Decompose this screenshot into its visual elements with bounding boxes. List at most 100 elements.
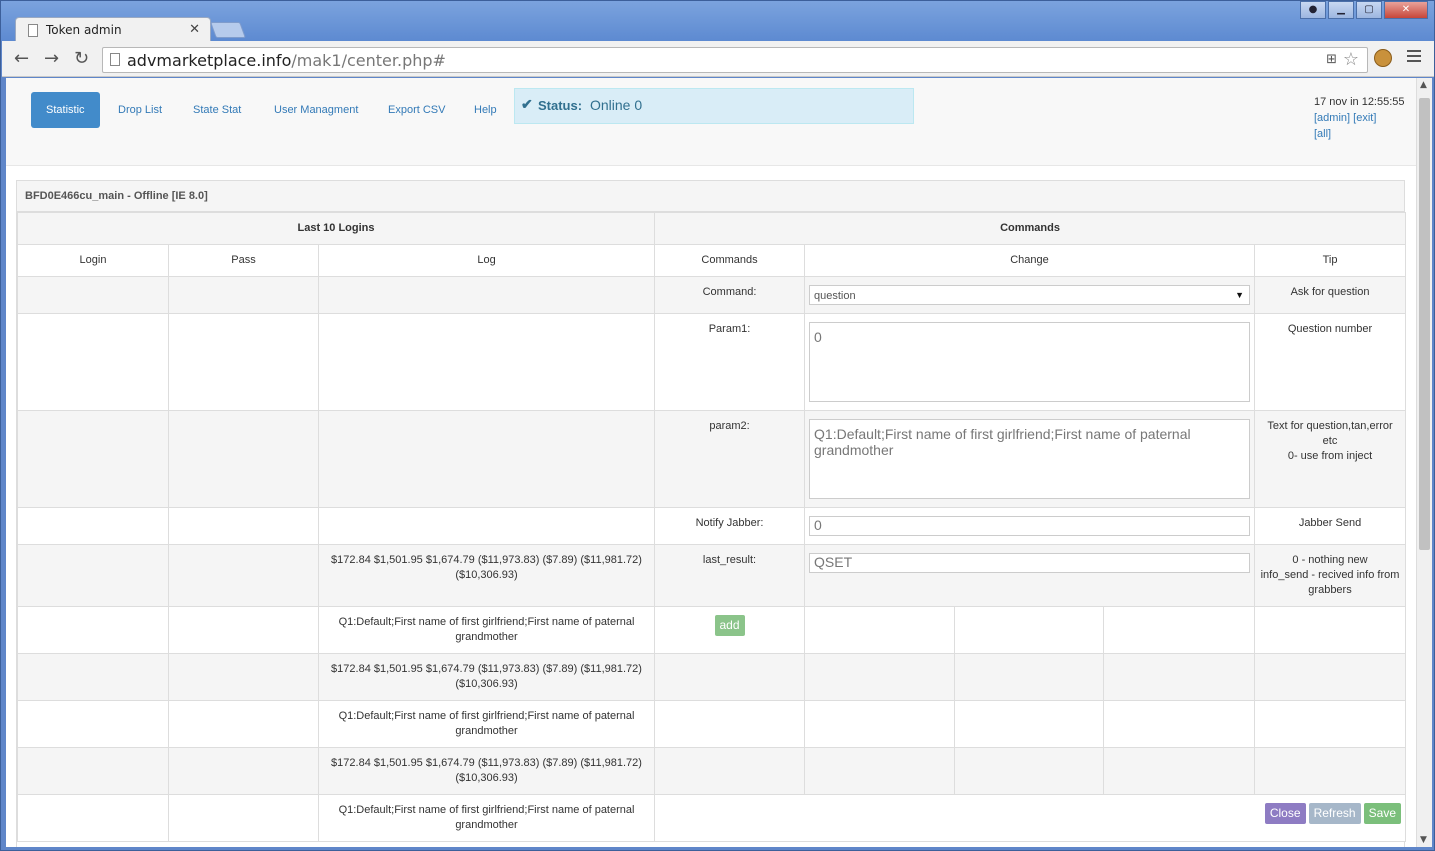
col-commands: Commands: [654, 244, 806, 277]
log-cell: [317, 276, 656, 314]
page-scrollbar[interactable]: ▲ ▼: [1416, 78, 1432, 847]
empty-cell: [804, 653, 956, 701]
col-pass: Pass: [168, 244, 319, 277]
page-icon: [110, 53, 120, 66]
log-entry: $172.84 $1,501.95 $1,674.79 ($11,973.83)…: [317, 747, 656, 795]
nav-statistic[interactable]: Statistic: [31, 92, 100, 128]
scroll-up-icon[interactable]: ▲: [1420, 80, 1427, 90]
save-button[interactable]: Save: [1363, 803, 1402, 824]
status-label: Status:: [538, 98, 583, 113]
user-icon[interactable]: ●: [1300, 1, 1326, 19]
pass-cell: [168, 747, 319, 795]
command-label: Command:: [654, 276, 806, 314]
empty-cell: [654, 700, 806, 748]
browser-toolbar: ← → ↻ advmarketplace.info/mak1/center.ph…: [2, 41, 1434, 77]
nav-state-stat[interactable]: State Stat: [178, 92, 256, 128]
empty-cell: [1254, 700, 1407, 748]
login-cell: [17, 794, 169, 842]
back-icon[interactable]: ←: [14, 48, 29, 69]
section-last-logins: Last 10 Logins: [16, 212, 656, 245]
command-select[interactable]: question ▼: [809, 285, 1251, 305]
nav-user-managment[interactable]: User Managment: [259, 92, 373, 128]
user-info: 17 nov in 12:55:55 [admin] [exit] [all]: [1314, 94, 1405, 142]
maximize-button[interactable]: ▢: [1356, 1, 1382, 19]
bot-panel: BFD0E466cu_main - Offline [IE 8.0] Last …: [16, 180, 1407, 847]
new-tab-button[interactable]: [210, 22, 246, 38]
tab-title: Token admin: [46, 23, 122, 37]
empty-cell: [654, 653, 806, 701]
datetime: 17 nov in 12:55:55: [1314, 96, 1405, 108]
param1-label: Param1:: [654, 313, 806, 411]
pass-cell: [168, 700, 319, 748]
log-cell: [317, 313, 656, 411]
nav-export-csv[interactable]: Export CSV: [373, 92, 460, 128]
empty-cell: [804, 606, 956, 654]
bot-table: Last 10 Logins Commands Login Pass Log C…: [16, 212, 1407, 842]
address-bar[interactable]: advmarketplace.info/mak1/center.php# ⊞ ☆: [102, 47, 1368, 73]
empty-cell: [954, 606, 1105, 654]
pass-cell: [168, 507, 319, 545]
login-cell: [17, 606, 169, 654]
exit-link[interactable]: [exit]: [1353, 112, 1376, 124]
empty-cell: [954, 747, 1105, 795]
scroll-thumb[interactable]: [1419, 98, 1430, 550]
last-result-input[interactable]: QSET: [809, 553, 1251, 573]
window-controls: ● ▁ ▢ ✕: [1298, 1, 1428, 21]
browser-tab[interactable]: Token admin ✕: [15, 17, 211, 43]
minimize-button[interactable]: ▁: [1328, 1, 1354, 19]
close-button[interactable]: Close: [1264, 803, 1306, 824]
last-result-cell: QSET: [804, 544, 1256, 607]
empty-cell: [1254, 653, 1407, 701]
notify-jabber-input[interactable]: 0: [809, 516, 1251, 536]
col-change: Change: [804, 244, 1256, 277]
translate-icon[interactable]: ⊞: [1326, 52, 1337, 67]
admin-link[interactable]: [admin]: [1314, 112, 1350, 124]
status-value: Online 0: [590, 97, 643, 113]
nav-help[interactable]: Help: [459, 92, 512, 128]
notify-jabber-tip: Jabber Send: [1254, 507, 1407, 545]
login-cell: [17, 747, 169, 795]
tab-close-icon[interactable]: ✕: [189, 22, 200, 37]
pass-cell: [168, 794, 319, 842]
empty-cell: [1254, 606, 1407, 654]
empty-cell: [1254, 747, 1407, 795]
param1-tip: Question number: [1254, 313, 1407, 411]
pass-cell: [168, 313, 319, 411]
add-button[interactable]: add: [714, 615, 745, 636]
forward-icon[interactable]: →: [44, 48, 59, 69]
url-text: advmarketplace.info/mak1/center.php#: [127, 51, 446, 70]
close-window-button[interactable]: ✕: [1384, 1, 1428, 19]
param1-textarea[interactable]: 0: [809, 322, 1251, 402]
command-tip: Ask for question: [1254, 276, 1407, 314]
last-result-tip: 0 - nothing new info_send - recived info …: [1254, 544, 1407, 607]
action-buttons: Close Refresh Save: [654, 794, 1407, 842]
empty-cell: [654, 747, 806, 795]
empty-cell: [1103, 700, 1256, 748]
last-result-label: last_result:: [654, 544, 806, 607]
login-cell: [17, 410, 169, 508]
notify-jabber-label: Notify Jabber:: [654, 507, 806, 545]
empty-cell: [804, 700, 956, 748]
bookmark-star-icon[interactable]: ☆: [1343, 49, 1359, 70]
login-cell: [17, 544, 169, 607]
panel-heading: BFD0E466cu_main - Offline [IE 8.0]: [17, 181, 1404, 212]
scroll-down-icon[interactable]: ▼: [1420, 835, 1427, 845]
all-link[interactable]: [all]: [1314, 126, 1405, 142]
page-icon: [28, 24, 38, 37]
cookie-extension-icon[interactable]: [1374, 49, 1392, 67]
reload-icon[interactable]: ↻: [74, 48, 89, 69]
notify-jabber-cell: 0: [804, 507, 1256, 545]
login-cell: [17, 507, 169, 545]
top-navbar: Statistic Drop List State Stat User Mana…: [6, 78, 1416, 166]
empty-cell: [954, 700, 1105, 748]
empty-cell: [954, 653, 1105, 701]
menu-icon[interactable]: [1407, 50, 1421, 65]
refresh-button[interactable]: Refresh: [1308, 803, 1361, 824]
param2-textarea[interactable]: Q1:Default;First name of first girlfrien…: [809, 419, 1251, 499]
param1-cell: 0: [804, 313, 1256, 411]
log-entry: $172.84 $1,501.95 $1,674.79 ($11,973.83)…: [317, 653, 656, 701]
nav-drop-list[interactable]: Drop List: [103, 92, 177, 128]
log-entry: Q1:Default;First name of first girlfrien…: [317, 606, 656, 654]
title-bar: Token admin ✕ ● ▁ ▢ ✕: [1, 1, 1434, 43]
browser-window: Token admin ✕ ● ▁ ▢ ✕ ← → ↻ advmarketpla…: [0, 0, 1435, 851]
